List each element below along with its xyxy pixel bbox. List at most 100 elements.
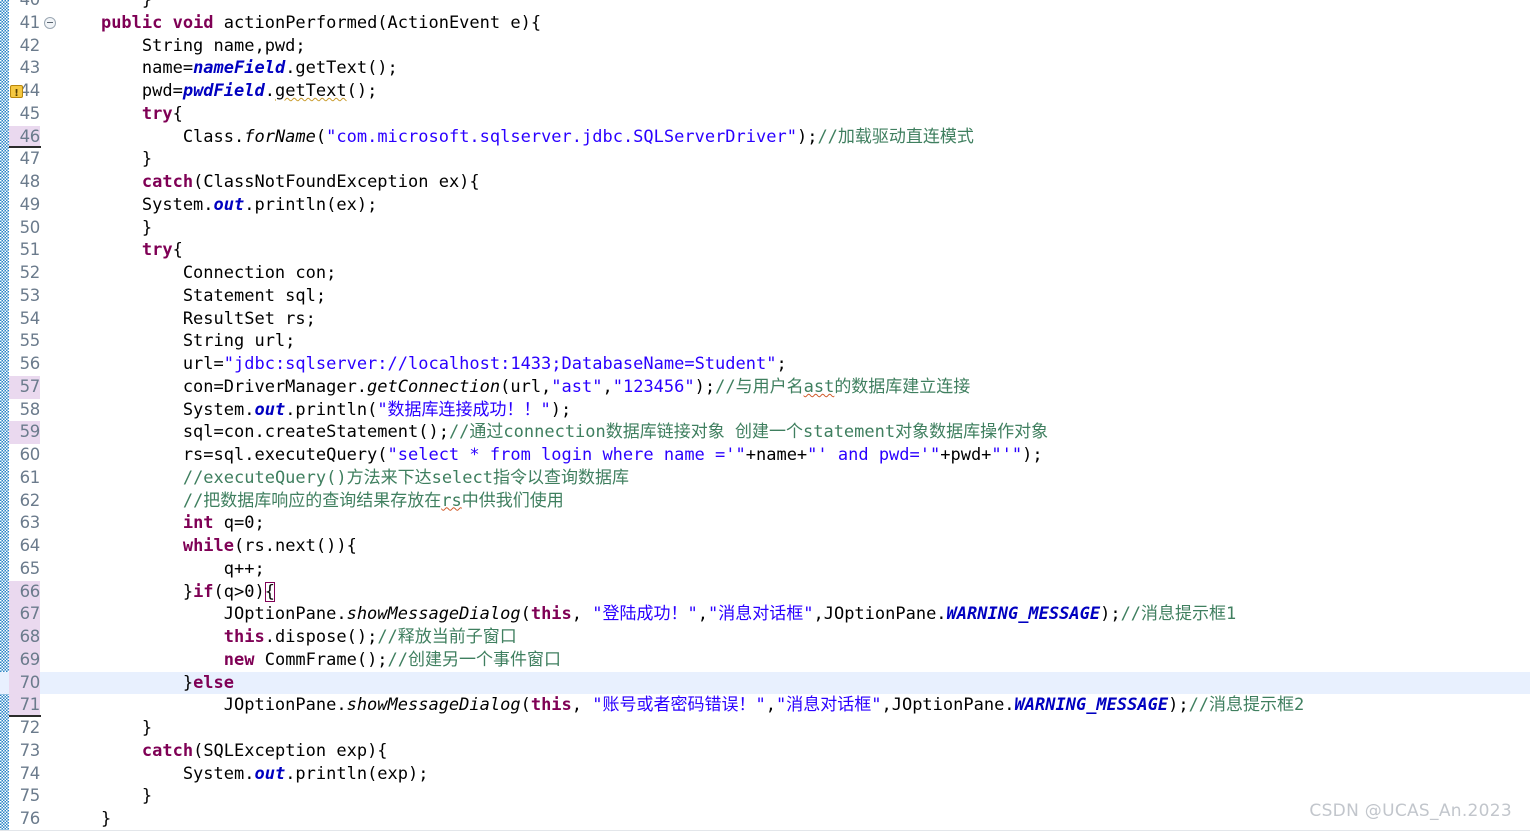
- code-token: pwd=: [60, 81, 183, 101]
- code-text[interactable]: url="jdbc:sqlserver://localhost:1433;Dat…: [60, 353, 787, 376]
- code-text[interactable]: catch(ClassNotFoundException ex){: [60, 171, 480, 194]
- code-text[interactable]: //把数据库响应的查询结果存放在rs中供我们使用: [60, 490, 564, 513]
- code-text[interactable]: String name,pwd;: [60, 35, 306, 58]
- code-token: String url;: [60, 331, 296, 352]
- code-line[interactable]: 55 String url;: [0, 330, 1530, 353]
- code-text[interactable]: try{: [60, 103, 183, 126]
- code-text[interactable]: public void actionPerformed(ActionEvent …: [60, 12, 541, 35]
- code-line[interactable]: 50 }: [0, 217, 1530, 240]
- code-line[interactable]: 67 JOptionPane.showMessageDialog(this, "…: [0, 603, 1530, 626]
- code-text[interactable]: new CommFrame();//创建另一个事件窗口: [60, 649, 561, 672]
- code-line[interactable]: 73 catch(SQLException exp){: [0, 740, 1530, 763]
- code-text[interactable]: JOptionPane.showMessageDialog(this, "账号或…: [60, 694, 1305, 717]
- code-text[interactable]: pwd=pwdField.getText();: [60, 80, 377, 103]
- code-line[interactable]: 45 try{: [0, 103, 1530, 126]
- code-text[interactable]: System.out.println(ex);: [60, 194, 377, 217]
- code-text[interactable]: while(rs.next()){: [60, 535, 357, 558]
- code-line[interactable]: 49 System.out.println(ex);: [0, 194, 1530, 217]
- code-line[interactable]: 51 try{: [0, 239, 1530, 262]
- code-text[interactable]: name=nameField.getText();: [60, 57, 398, 80]
- code-text[interactable]: }: [60, 785, 152, 808]
- code-line[interactable]: 75 }: [0, 785, 1530, 808]
- code-text[interactable]: System.out.println(exp);: [60, 763, 429, 786]
- code-text[interactable]: Connection con;: [60, 262, 337, 285]
- code-token: while: [182, 536, 235, 556]
- code-line[interactable]: 59 sql=con.createStatement();//通过connect…: [0, 421, 1530, 444]
- code-line[interactable]: 68 this.dispose();//释放当前子窗口: [0, 626, 1530, 649]
- code-text[interactable]: }: [60, 808, 111, 831]
- line-number: 53: [19, 285, 41, 305]
- collapse-fold-icon[interactable]: [44, 16, 56, 29]
- code-line[interactable]: 66 }if(q>0){: [0, 580, 1530, 604]
- code-line[interactable]: 64 while(rs.next()){: [0, 535, 1530, 558]
- code-text[interactable]: Class.forName("com.microsoft.sqlserver.j…: [60, 126, 974, 149]
- code-token: forName: [244, 126, 316, 147]
- code-token: System.: [60, 763, 255, 784]
- code-line[interactable]: 72 }: [0, 717, 1530, 740]
- code-line[interactable]: 56 url="jdbc:sqlserver://localhost:1433;…: [0, 353, 1530, 376]
- code-line[interactable]: 69 new CommFrame();//创建另一个事件窗口: [0, 648, 1530, 672]
- code-line[interactable]: 54 ResultSet rs;: [0, 308, 1530, 331]
- code-line[interactable]: 57 con=DriverManager.getConnection(url,"…: [0, 375, 1530, 399]
- code-line[interactable]: 58 System.out.println("数据库连接成功！！");: [0, 399, 1530, 422]
- code-text[interactable]: }else: [60, 672, 234, 695]
- code-editor[interactable]: 40 }41 public void actionPerformed(Actio…: [0, 0, 1530, 831]
- code-token: rs: [441, 490, 462, 511]
- code-text[interactable]: }: [60, 148, 152, 171]
- code-line[interactable]: 70 }else: [0, 671, 1530, 695]
- code-line[interactable]: 74 System.out.println(exp);: [0, 763, 1530, 786]
- line-number: 49: [19, 194, 41, 214]
- code-token: getConnection: [367, 376, 501, 397]
- code-line[interactable]: 40 }: [0, 0, 1530, 12]
- code-text[interactable]: con=DriverManager.getConnection(url,"ast…: [60, 376, 971, 399]
- code-token: .println(: [285, 399, 378, 420]
- code-line[interactable]: 44 pwd=pwdField.getText();: [0, 80, 1530, 106]
- code-token: }: [60, 786, 153, 807]
- code-line[interactable]: 43 name=nameField.getText();: [0, 57, 1530, 80]
- code-text[interactable]: JOptionPane.showMessageDialog(this, "登陆成…: [60, 603, 1237, 626]
- code-line[interactable]: 65 q++;: [0, 558, 1530, 581]
- code-line[interactable]: 46 Class.forName("com.microsoft.sqlserve…: [0, 125, 1530, 149]
- code-token: 的数据库建立连接: [834, 376, 971, 397]
- code-line[interactable]: 61 //executeQuery()方法来下达select指令以查询数据库: [0, 467, 1530, 490]
- code-token: Class.: [60, 126, 245, 147]
- code-text[interactable]: sql=con.createStatement();//通过connection…: [60, 421, 1048, 444]
- code-text[interactable]: ResultSet rs;: [60, 308, 316, 331]
- code-text[interactable]: try{: [60, 239, 183, 262]
- code-text[interactable]: }: [60, 0, 152, 12]
- line-number: 58: [19, 399, 41, 419]
- code-token: WARNING_MESSAGE: [946, 604, 1101, 625]
- code-token: actionPerformed(ActionEvent e){: [223, 12, 542, 33]
- code-text[interactable]: }: [60, 717, 152, 740]
- code-text[interactable]: int q=0;: [60, 512, 265, 535]
- code-text[interactable]: this.dispose();//释放当前子窗口: [60, 626, 517, 649]
- code-line[interactable]: 76 }: [0, 808, 1530, 831]
- code-text[interactable]: String url;: [60, 330, 296, 353]
- code-text[interactable]: }: [60, 217, 152, 240]
- code-line[interactable]: 41 public void actionPerformed(ActionEve…: [0, 12, 1530, 35]
- code-line[interactable]: 63 int q=0;: [0, 512, 1530, 535]
- code-line[interactable]: 71 JOptionPane.showMessageDialog(this, "…: [0, 694, 1530, 717]
- code-line[interactable]: 62 //把数据库响应的查询结果存放在rs中供我们使用: [0, 490, 1530, 513]
- code-text[interactable]: }if(q>0){: [60, 581, 275, 604]
- code-text[interactable]: System.out.println("数据库连接成功！！");: [60, 399, 571, 422]
- code-text[interactable]: Statement sql;: [60, 285, 326, 308]
- line-number: 56: [19, 354, 41, 373]
- warning-triangle-icon[interactable]: [10, 83, 23, 106]
- code-line[interactable]: 48 catch(ClassNotFoundException ex){: [0, 171, 1530, 194]
- code-text[interactable]: catch(SQLException exp){: [60, 740, 388, 763]
- code-line[interactable]: 53 Statement sql;: [0, 285, 1530, 308]
- code-line[interactable]: 42 String name,pwd;: [0, 35, 1530, 58]
- code-token: try: [141, 103, 173, 124]
- code-text[interactable]: q++;: [60, 558, 265, 581]
- code-text[interactable]: rs=sql.executeQuery("select * from login…: [60, 444, 1043, 467]
- code-token: (url,: [500, 376, 552, 397]
- code-line[interactable]: 60 rs=sql.executeQuery("select * from lo…: [0, 444, 1530, 467]
- code-text[interactable]: //executeQuery()方法来下达select指令以查询数据库: [60, 467, 629, 490]
- code-line[interactable]: 47 }: [0, 148, 1530, 171]
- code-line[interactable]: 52 Connection con;: [0, 262, 1530, 285]
- code-token: ();: [346, 81, 378, 101]
